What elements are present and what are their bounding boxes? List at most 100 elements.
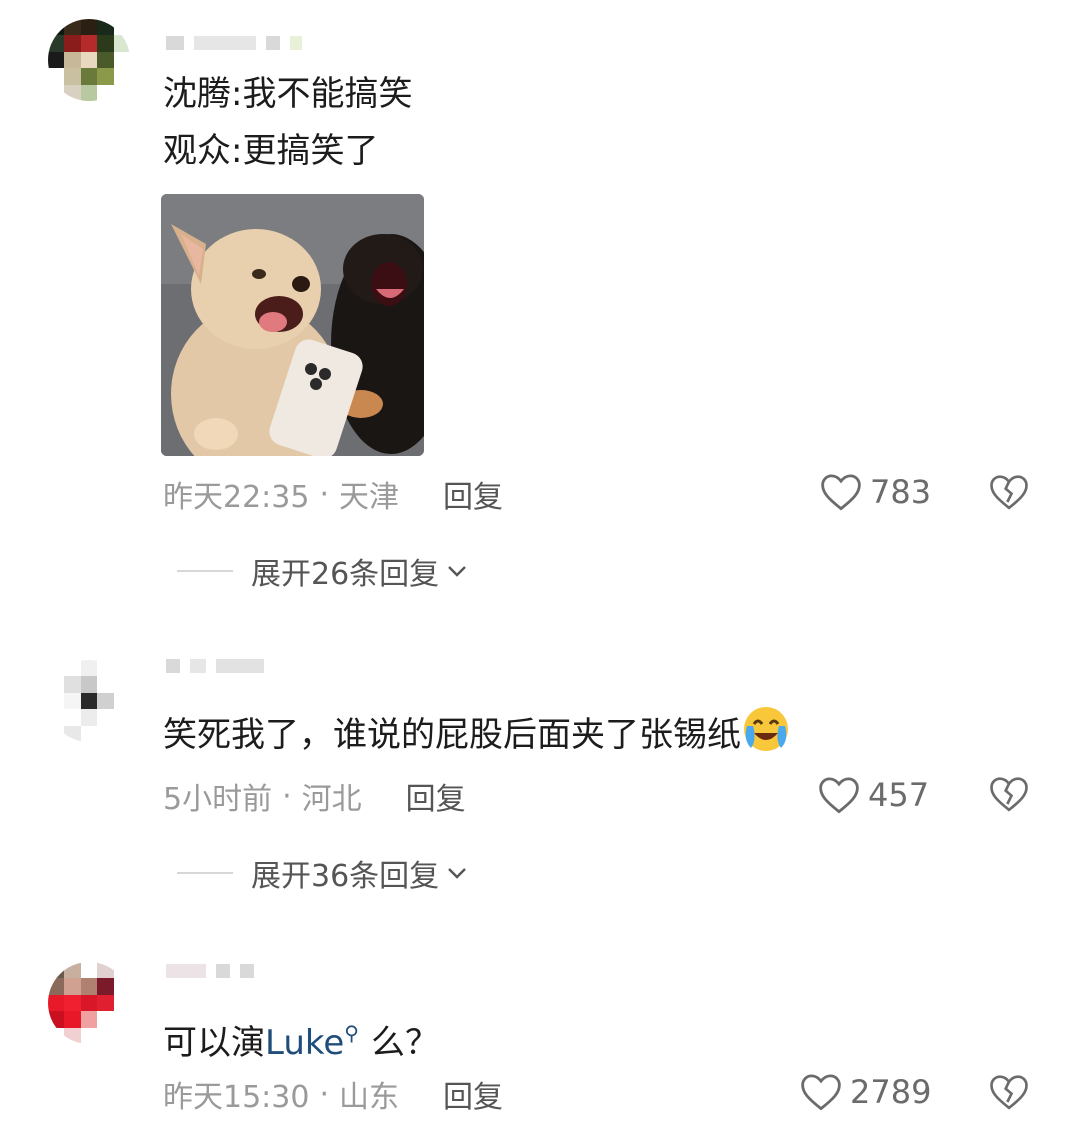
avatar-pixel xyxy=(113,692,130,710)
avatar-pixel xyxy=(97,692,114,710)
location: 河北 xyxy=(301,782,362,817)
avatar-pixel xyxy=(97,68,114,85)
avatar-pixel xyxy=(97,1011,114,1028)
separator: · xyxy=(282,778,292,814)
reply-button[interactable]: 回复 xyxy=(406,774,466,818)
chevron-down-icon xyxy=(448,868,467,879)
like-count: 783 xyxy=(870,473,932,511)
avatar-pixel xyxy=(80,1011,98,1028)
heart-outline-icon xyxy=(821,474,861,511)
timestamp: 昨天15:30 xyxy=(163,1080,310,1115)
avatar[interactable] xyxy=(48,962,130,1044)
avatar-pixel xyxy=(48,692,65,710)
avatar-pixel xyxy=(97,709,114,726)
avatar-pixel xyxy=(48,962,65,979)
avatar-pixel xyxy=(113,660,130,677)
avatar-pixel xyxy=(48,1027,65,1044)
avatar-pixel xyxy=(80,725,98,742)
expand-replies-label: 展开26条回复 xyxy=(251,557,440,592)
reply-button[interactable]: 回复 xyxy=(443,472,503,516)
like-count: 2789 xyxy=(850,1073,932,1111)
avatar-pixel xyxy=(97,725,114,742)
broken-heart-icon[interactable] xyxy=(989,1072,1029,1112)
avatar-pixel xyxy=(48,994,65,1012)
separator: · xyxy=(319,1076,330,1112)
expand-replies-label: 展开36条回复 xyxy=(251,859,440,894)
avatar-pixel xyxy=(64,692,81,710)
comment-text-line: 沈腾:我不能搞笑 xyxy=(163,74,413,114)
avatar-pixel xyxy=(64,725,81,742)
avatar-pixel xyxy=(64,676,81,693)
crying-laughing-emoji xyxy=(744,707,788,751)
comment-meta: 5小时前 · 河北 回复 xyxy=(163,774,466,818)
avatar-pixel xyxy=(97,962,114,979)
comment-text-body: 笑死我了，谁说的屁股后面夹了张锡纸 xyxy=(163,715,741,755)
location: 天津 xyxy=(339,480,400,515)
avatar-pixel xyxy=(113,51,130,69)
avatar-pixel xyxy=(64,68,81,85)
avatar-pixel xyxy=(64,1027,81,1044)
search-link[interactable]: Luke xyxy=(265,1023,344,1063)
avatar-pixel xyxy=(113,725,130,742)
avatar-pixel xyxy=(97,994,114,1012)
avatar-pixel xyxy=(113,1011,130,1028)
avatar-pixel xyxy=(113,68,130,85)
comment-text-body: 可以演 xyxy=(163,1023,265,1063)
avatar[interactable] xyxy=(48,19,130,101)
avatar-pixel xyxy=(48,660,65,677)
expand-replies-button[interactable]: 展开36条回复 xyxy=(177,853,469,894)
search-icon[interactable]: ⚲ xyxy=(344,1003,359,1063)
meme-image[interactable] xyxy=(161,194,424,456)
heart-outline-icon xyxy=(819,777,859,814)
broken-heart-icon[interactable] xyxy=(989,774,1029,814)
avatar-pixel xyxy=(48,84,65,101)
avatar-pixel xyxy=(48,35,65,52)
avatar-pixel xyxy=(64,660,81,677)
avatar-pixel xyxy=(48,709,65,726)
like-button[interactable]: 783 xyxy=(820,470,931,514)
comment-text: 笑死我了，谁说的屁股后面夹了张锡纸 xyxy=(163,704,791,765)
avatar[interactable] xyxy=(48,660,130,742)
like-button[interactable]: 2789 xyxy=(800,1070,931,1114)
comment-text-tail: 么？ xyxy=(370,1023,439,1063)
avatar-pixel xyxy=(80,35,98,52)
avatar-pixel xyxy=(97,1027,114,1044)
username-blurred[interactable] xyxy=(166,34,302,52)
avatar-pixel xyxy=(80,692,98,710)
avatar-pixel xyxy=(97,84,114,101)
avatar-pixel xyxy=(48,51,65,69)
avatar-pixel xyxy=(48,978,65,995)
avatar-pixel xyxy=(48,68,65,85)
avatar-pixel xyxy=(80,709,98,726)
like-button[interactable]: 457 xyxy=(818,773,929,817)
avatar-pixel xyxy=(113,35,130,52)
avatar-pixel xyxy=(64,978,81,995)
avatar-pixel xyxy=(113,978,130,995)
separator: · xyxy=(319,476,330,512)
comment-text-line: 观众:更搞笑了 xyxy=(163,131,379,171)
location: 山东 xyxy=(339,1080,400,1115)
avatar-pixel xyxy=(80,978,98,995)
avatar-pixel xyxy=(97,51,114,69)
avatar-pixel xyxy=(97,35,114,52)
avatar-pixel xyxy=(113,676,130,693)
avatar-pixel xyxy=(113,19,130,36)
username-blurred[interactable] xyxy=(166,962,254,980)
avatar-pixel xyxy=(64,35,81,52)
avatar-pixel xyxy=(80,660,98,677)
timestamp: 昨天22:35 xyxy=(163,480,310,515)
avatar-pixel xyxy=(64,51,81,69)
avatar-pixel xyxy=(113,994,130,1012)
avatar-pixel xyxy=(64,994,81,1012)
heart-outline-icon xyxy=(801,1074,841,1111)
avatar-pixel xyxy=(80,68,98,85)
comment-meta: 昨天22:35 · 天津 回复 xyxy=(163,472,503,516)
username-blurred[interactable] xyxy=(166,657,264,675)
avatar-pixel xyxy=(80,84,98,101)
expand-replies-button[interactable]: 展开26条回复 xyxy=(177,551,469,592)
chevron-down-icon xyxy=(448,566,467,577)
reply-button[interactable]: 回复 xyxy=(443,1072,503,1116)
avatar-pixel xyxy=(64,962,81,979)
broken-heart-icon[interactable] xyxy=(989,472,1029,512)
avatar-pixel xyxy=(113,709,130,726)
